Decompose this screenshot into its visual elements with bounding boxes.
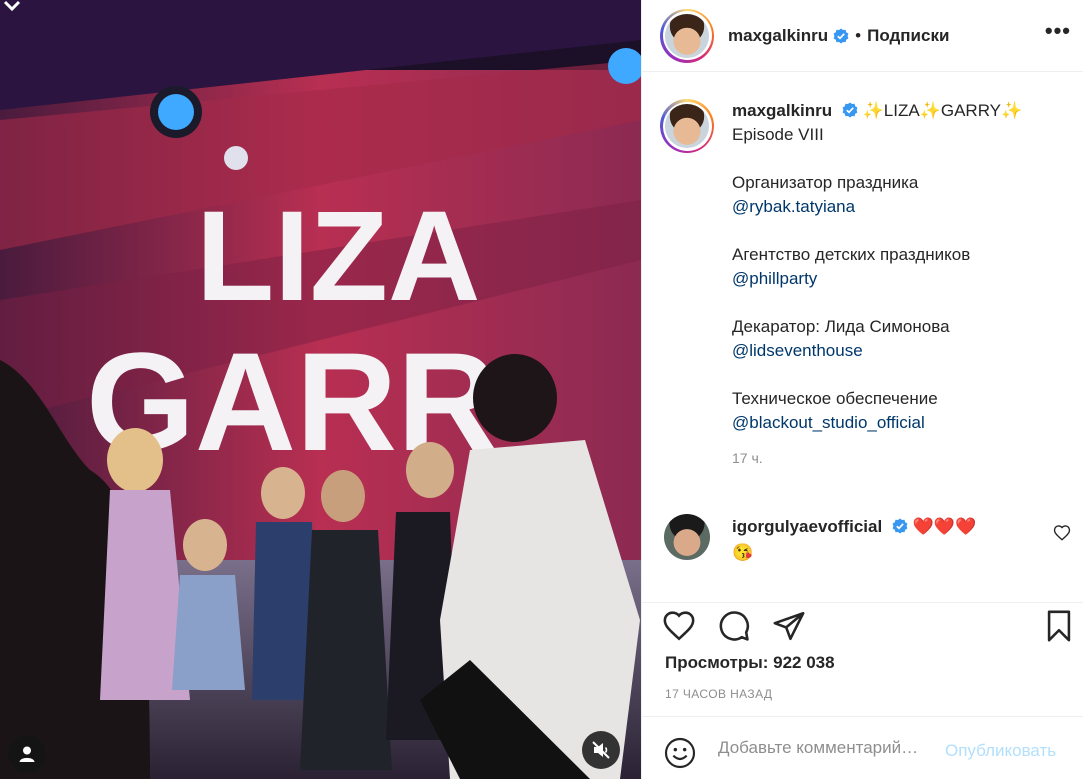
comment-emoji: 😘 <box>732 543 754 562</box>
author-username[interactable]: maxgalkinru <box>728 26 828 46</box>
verified-badge-icon <box>833 28 849 43</box>
chevron-down-icon[interactable] <box>2 0 22 14</box>
mute-toggle-button[interactable] <box>582 731 620 769</box>
comments-area[interactable]: maxgalkinru ✨LIZA✨GARRY✨ Episode VIII Ор… <box>642 73 1083 601</box>
publish-button[interactable]: Опубликовать <box>945 741 1056 761</box>
sparkle-emoji: ✨ <box>919 101 941 120</box>
caption-title-liza: LIZA <box>883 101 920 120</box>
sparkle-emoji: ✨ <box>1001 101 1023 120</box>
caption-title-garry: GARRY <box>940 101 1002 120</box>
caption: maxgalkinru ✨LIZA✨GARRY✨ Episode VIII Ор… <box>642 73 1083 470</box>
user-tag-icon <box>19 746 35 762</box>
separator-dot: • <box>855 25 862 45</box>
caption-episode: Episode VIII <box>732 125 824 144</box>
commenter-username[interactable]: igorgulyaevofficial <box>732 517 882 536</box>
verified-badge-icon <box>842 102 858 118</box>
mention-link[interactable]: @rybak.tatyiana <box>732 197 855 216</box>
comment-item: igorgulyaevofficial ❤️❤️❤️ 😘 <box>664 514 1074 566</box>
add-comment-bar: Опубликовать <box>642 716 1083 779</box>
speech-bubble-icon[interactable] <box>717 609 751 643</box>
sparkle-emoji: ✨ <box>862 101 884 120</box>
caption-credit-label: Техническое обеспечение <box>732 389 938 408</box>
video-frame: LIZA GARR <box>0 0 641 779</box>
comment-like-icon[interactable] <box>1053 524 1071 542</box>
smiley-icon[interactable] <box>664 737 696 769</box>
post-side-panel: maxgalkinru • Подписки ••• maxgalkinru ✨… <box>641 0 1083 779</box>
post-header: maxgalkinru • Подписки ••• <box>642 0 1083 72</box>
caption-timestamp[interactable]: 17 ч. <box>732 446 1062 470</box>
more-options-button[interactable]: ••• <box>1045 18 1071 44</box>
mention-link[interactable]: @blackout_studio_official <box>732 413 925 432</box>
author-avatar[interactable] <box>660 8 714 63</box>
caption-credit-label: Агентство детских праздников <box>732 245 971 264</box>
bookmark-icon[interactable] <box>1042 609 1076 643</box>
verified-badge-icon <box>892 518 908 534</box>
heart-outline-icon[interactable] <box>662 609 696 643</box>
caption-credit-label: Организатор праздника <box>732 173 919 192</box>
paper-plane-icon[interactable] <box>772 609 806 643</box>
post-time[interactable]: 17 ЧАСОВ НАЗАД <box>665 687 772 701</box>
speaker-muted-icon <box>592 741 610 759</box>
post-video[interactable]: LIZA GARR <box>0 0 641 779</box>
following-button[interactable]: Подписки <box>867 26 949 46</box>
comment-input[interactable] <box>718 738 938 758</box>
banner-text-liza: LIZA <box>196 185 480 328</box>
commenter-avatar[interactable] <box>664 514 710 560</box>
comment-hearts: ❤️❤️❤️ <box>912 517 977 536</box>
post-actions: Просмотры: 922 038 17 ЧАСОВ НАЗАД <box>642 602 1083 714</box>
mention-link[interactable]: @lidseventhouse <box>732 341 863 360</box>
caption-credit-label: Декаратор: Лида Симонова <box>732 317 950 336</box>
caption-username[interactable]: maxgalkinru <box>732 101 832 120</box>
view-count[interactable]: Просмотры: 922 038 <box>665 653 835 673</box>
mention-link[interactable]: @phillparty <box>732 269 817 288</box>
caption-avatar[interactable] <box>660 99 714 153</box>
tagged-users-button[interactable] <box>8 735 46 773</box>
